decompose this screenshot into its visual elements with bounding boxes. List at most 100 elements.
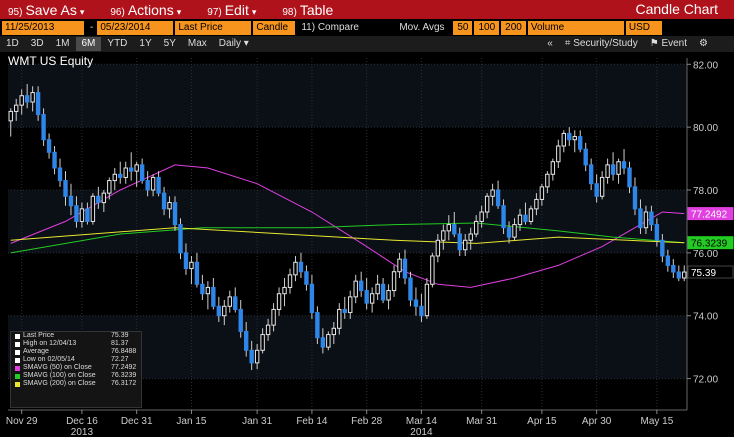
edit-menu[interactable]: 97) Edit ▾ bbox=[199, 2, 274, 18]
candle-body bbox=[46, 139, 52, 153]
candle-body bbox=[205, 286, 211, 295]
candle-body bbox=[660, 239, 665, 257]
range-ytd[interactable]: YTD bbox=[101, 37, 133, 51]
x-tick-label: Feb 14 bbox=[296, 416, 328, 427]
ma-50-field[interactable]: 50 bbox=[453, 20, 473, 35]
event-button[interactable]: ⚑ Event bbox=[644, 37, 693, 51]
legend-label: Last Price bbox=[23, 332, 55, 339]
candle-body bbox=[649, 211, 654, 226]
security-study-button[interactable]: ⌗ Security/Study bbox=[559, 37, 644, 51]
price-field-select[interactable]: Last Price bbox=[175, 20, 252, 35]
x-tick-label: Mar 14 bbox=[406, 416, 438, 427]
candle-body bbox=[287, 274, 293, 288]
mov-avgs-label: Mov. Avgs bbox=[399, 22, 445, 33]
currency-select[interactable]: USD bbox=[625, 20, 662, 35]
candle-body bbox=[638, 208, 643, 229]
gear-icon[interactable]: ⚙ bbox=[693, 37, 714, 51]
ma-200-field[interactable]: 200 bbox=[501, 20, 526, 35]
x-year-label: 2014 bbox=[410, 427, 433, 437]
actions-menu[interactable]: 96) Actions ▾ bbox=[102, 2, 199, 18]
value-badges: 77.2492 76.3239 75.39 bbox=[687, 207, 734, 279]
x-tick-label: Mar 31 bbox=[466, 416, 498, 427]
range-3d[interactable]: 3D bbox=[25, 37, 50, 51]
range-max[interactable]: Max bbox=[182, 37, 213, 51]
x-tick-label: Dec 31 bbox=[121, 416, 153, 427]
candle bbox=[326, 331, 331, 351]
dropdown-arrow-icon: ▾ bbox=[176, 6, 182, 17]
candle-body bbox=[463, 239, 468, 251]
candle-body bbox=[276, 293, 282, 310]
table-label: Table bbox=[299, 1, 334, 18]
legend-row: SMAVG (100) on Close 76.3239 bbox=[11, 372, 141, 380]
legend-value: 76.3239 bbox=[111, 372, 137, 379]
candle-body bbox=[457, 233, 462, 251]
range-5y[interactable]: 5Y bbox=[158, 37, 182, 51]
candle-body bbox=[14, 104, 19, 112]
candle-body bbox=[391, 271, 397, 292]
compare-button[interactable]: 11) Compare bbox=[297, 22, 395, 33]
candle-body bbox=[96, 195, 101, 204]
candle-body bbox=[123, 167, 128, 178]
volume-select[interactable]: Volume bbox=[527, 20, 624, 35]
window-title: Candle Chart bbox=[635, 1, 719, 17]
legend-value: 75.39 bbox=[111, 332, 129, 339]
candle-body bbox=[369, 293, 375, 304]
legend-label: Average bbox=[23, 348, 49, 355]
range-6m[interactable]: 6M bbox=[75, 37, 102, 51]
candle-body bbox=[583, 148, 588, 166]
security-study-icon: ⌗ bbox=[564, 38, 571, 49]
legend-row: Average 76.8488 bbox=[11, 348, 141, 356]
table-menu[interactable]: 98) Table bbox=[274, 2, 351, 18]
chart-style-select[interactable]: Candle bbox=[253, 20, 296, 35]
back-icon[interactable]: « bbox=[541, 37, 559, 51]
candle-body bbox=[501, 205, 506, 229]
candle-body bbox=[490, 189, 495, 197]
date-separator: - bbox=[90, 22, 94, 33]
candle-body bbox=[402, 258, 408, 279]
candle-body bbox=[118, 173, 123, 178]
candle-body bbox=[79, 208, 85, 222]
candle bbox=[430, 252, 435, 288]
legend-swatch bbox=[15, 381, 20, 387]
plot-band bbox=[8, 64, 687, 128]
candle-body bbox=[30, 92, 35, 103]
candle-body bbox=[523, 214, 528, 222]
end-date-field[interactable]: 05/23/2014 bbox=[97, 20, 174, 35]
candle-body bbox=[216, 305, 222, 317]
candle-body bbox=[35, 92, 41, 116]
frequency-select[interactable]: Daily ▾ bbox=[213, 37, 255, 51]
candle-body bbox=[222, 305, 227, 317]
candle-body bbox=[671, 264, 676, 273]
y-tick-label: 74.00 bbox=[693, 312, 718, 323]
start-date-field[interactable]: 11/25/2013 bbox=[2, 20, 84, 35]
candle bbox=[178, 218, 183, 260]
candle-body bbox=[386, 290, 391, 301]
candle-body bbox=[473, 220, 479, 235]
legend-swatch bbox=[15, 333, 20, 339]
candle-body bbox=[610, 164, 616, 175]
candle-body bbox=[419, 305, 424, 317]
y-tick-label: 76.00 bbox=[693, 249, 718, 260]
candle-body bbox=[167, 202, 172, 210]
candle-body bbox=[572, 136, 577, 141]
candle-body bbox=[353, 280, 358, 298]
candle-body bbox=[430, 255, 435, 285]
ma-100-field[interactable]: 100 bbox=[474, 20, 500, 35]
candle-body bbox=[68, 195, 74, 207]
save-as-menu[interactable]: 95) Save As ▾ bbox=[0, 2, 102, 18]
candle-body bbox=[172, 202, 178, 226]
candle-body bbox=[134, 164, 139, 172]
candle-body bbox=[63, 180, 68, 197]
actions-label: Actions bbox=[127, 1, 174, 18]
candle-body bbox=[293, 261, 298, 276]
candle-body bbox=[599, 176, 605, 197]
legend-row: SMAVG (200) on Close 76.3172 bbox=[11, 380, 141, 388]
range-1y[interactable]: 1Y bbox=[133, 37, 157, 51]
range-1m[interactable]: 1M bbox=[50, 37, 76, 51]
range-1d[interactable]: 1D bbox=[0, 37, 25, 51]
candle-body bbox=[550, 161, 556, 175]
save-as-num: 95) bbox=[8, 6, 23, 18]
candle-body bbox=[304, 271, 309, 285]
candle-body bbox=[101, 192, 107, 204]
candle-body bbox=[545, 173, 550, 188]
